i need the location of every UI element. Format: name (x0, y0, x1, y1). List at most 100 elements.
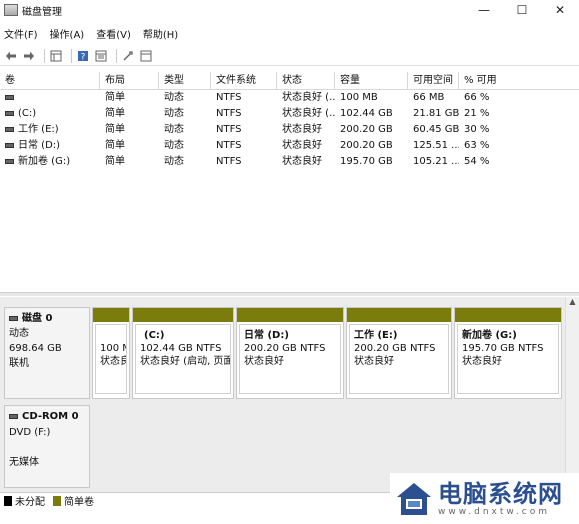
layout-cell: 简单 (105, 156, 125, 167)
disk-icon (9, 315, 18, 321)
scroll-up-icon[interactable]: ▲ (566, 297, 579, 306)
volume-name: 日常 (D:) (18, 140, 61, 151)
capacity-cell: 100 MB (340, 92, 378, 103)
disk-type: 动态 (9, 328, 29, 339)
graphical-view-scrollbar[interactable]: ▲ (565, 297, 579, 492)
column-type[interactable]: 类型 (159, 72, 211, 89)
unallocated-swatch (4, 495, 12, 506)
maximize-button[interactable]: ☐ (503, 0, 541, 20)
volume-list: 卷 布局 类型 文件系统 状态 容量 可用空间 % 可用 简单 动态 NTFS … (0, 72, 579, 290)
legend-simple-volume: 简单卷 (64, 497, 94, 508)
drive-icon (5, 110, 14, 116)
partition-size: 100 M (100, 343, 126, 354)
type-cell: 动态 (164, 140, 184, 151)
capacity-cell: 200.20 GB (340, 140, 393, 151)
menu-view[interactable]: 查看(V) (96, 26, 131, 41)
partition-name: (C:) (144, 330, 165, 341)
toolbar-separator (71, 48, 72, 63)
properties-icon[interactable] (94, 49, 108, 63)
volume-list-header: 卷 布局 类型 文件系统 状态 容量 可用空间 % 可用 (0, 72, 579, 90)
partition-color-bar (93, 308, 129, 322)
title-bar: 磁盘管理 — ☐ ✕ (0, 0, 579, 20)
partition-status: 状态良好 (244, 356, 284, 367)
partition-size: 102.44 GB NTFS (140, 343, 222, 354)
partition-g[interactable]: 新加卷 (G:) 195.70 GB NTFS 状态良好 (454, 307, 562, 399)
partition-e[interactable]: 工作 (E:) 200.20 GB NTFS 状态良好 (346, 307, 452, 399)
watermark-title: 电脑系统网 (438, 478, 563, 508)
partition-d[interactable]: 日常 (D:) 200.20 GB NTFS 状态良好 (236, 307, 344, 399)
partition-status: 状态良好 (354, 356, 394, 367)
type-cell: 动态 (164, 124, 184, 135)
menu-file[interactable]: 文件(F) (4, 26, 38, 41)
type-cell: 动态 (164, 92, 184, 103)
capacity-cell: 195.70 GB (340, 156, 393, 167)
minimize-button[interactable]: — (465, 0, 503, 20)
menu-action[interactable]: 操作(A) (50, 26, 85, 41)
partition-name: 工作 (E:) (354, 330, 398, 341)
legend-unallocated: 未分配 (15, 497, 45, 508)
partition-size: 195.70 GB NTFS (462, 343, 544, 354)
table-row[interactable]: 简单 动态 NTFS 状态良好 (... 100 MB 66 MB 66 % (0, 90, 579, 106)
column-layout[interactable]: 布局 (100, 72, 159, 89)
partition-size: 200.20 GB NTFS (244, 343, 326, 354)
simple-volume-swatch (53, 495, 61, 506)
toolbar-separator (44, 48, 45, 63)
free-space-cell: 125.51 ... (413, 140, 459, 151)
filesystem-cell: NTFS (216, 140, 242, 151)
capacity-cell: 102.44 GB (340, 108, 393, 119)
capacity-cell: 200.20 GB (340, 124, 393, 135)
free-space-cell: 105.21 ... (413, 156, 459, 167)
partition-color-bar (347, 308, 451, 322)
free-space-cell: 60.45 GB (413, 124, 459, 135)
disk-0-label[interactable]: 磁盘 0 动态 698.64 GB 联机 (4, 307, 90, 399)
disk-0-row: 磁盘 0 动态 698.64 GB 联机 100 M 状态良 (C:) 102.… (4, 307, 564, 399)
layout-cell: 简单 (105, 124, 125, 135)
menu-help[interactable]: 帮助(H) (143, 26, 178, 41)
column-capacity[interactable]: 容量 (335, 72, 408, 89)
percent-free-cell: 30 % (464, 124, 490, 135)
partition-color-bar (237, 308, 343, 322)
back-icon[interactable] (4, 49, 18, 63)
help-icon[interactable]: ? (76, 49, 90, 63)
layout-cell: 简单 (105, 140, 125, 151)
pane-splitter[interactable] (0, 292, 579, 296)
table-row[interactable]: (C:) 简单 动态 NTFS 状态良好 (... 102.44 GB 21.8… (0, 106, 579, 122)
column-status[interactable]: 状态 (277, 72, 335, 89)
drive-icon (5, 158, 14, 164)
partition-system-reserved[interactable]: 100 M 状态良 (92, 307, 130, 399)
partition-status: 状态良好 (启动, 页面文 (140, 356, 230, 367)
filesystem-cell: NTFS (216, 92, 242, 103)
partition-c[interactable]: (C:) 102.44 GB NTFS 状态良好 (启动, 页面文 (132, 307, 234, 399)
partition-color-bar (455, 308, 561, 322)
percent-free-cell: 21 % (464, 108, 490, 119)
status-cell: 状态良好 (... (282, 108, 335, 119)
wizard-icon[interactable] (121, 49, 135, 63)
toolbar: ? (0, 46, 579, 66)
table-row[interactable]: 新加卷 (G:) 简单 动态 NTFS 状态良好 195.70 GB 105.2… (0, 154, 579, 170)
type-cell: 动态 (164, 156, 184, 167)
forward-icon[interactable] (22, 49, 36, 63)
volume-name: (C:) (18, 108, 37, 119)
table-row[interactable]: 工作 (E:) 简单 动态 NTFS 状态良好 200.20 GB 60.45 … (0, 122, 579, 138)
column-filesystem[interactable]: 文件系统 (211, 72, 277, 89)
column-free-space[interactable]: 可用空间 (408, 72, 459, 89)
status-cell: 状态良好 (282, 156, 322, 167)
disk-name: 磁盘 0 (22, 313, 53, 324)
disk-size: 698.64 GB (9, 343, 62, 354)
table-row[interactable]: 日常 (D:) 简单 动态 NTFS 状态良好 200.20 GB 125.51… (0, 138, 579, 154)
cdrom-0-label[interactable]: CD-ROM 0 DVD (F:) 无媒体 (4, 405, 90, 488)
column-volume[interactable]: 卷 (0, 72, 100, 89)
column-percent-free[interactable]: % 可用 (459, 72, 579, 89)
partition-size: 200.20 GB NTFS (354, 343, 436, 354)
grid-icon[interactable] (49, 49, 63, 63)
cdrom-icon (9, 413, 18, 419)
window-title: 磁盘管理 (22, 6, 62, 18)
volume-name: 新加卷 (G:) (18, 156, 71, 167)
status-cell: 状态良好 (282, 124, 322, 135)
drive-icon (5, 126, 14, 132)
window-icon[interactable] (139, 49, 153, 63)
partition-name: 日常 (D:) (244, 330, 289, 341)
drive-icon (5, 94, 14, 100)
partition-status: 状态良 (100, 356, 127, 367)
close-button[interactable]: ✕ (541, 0, 579, 20)
